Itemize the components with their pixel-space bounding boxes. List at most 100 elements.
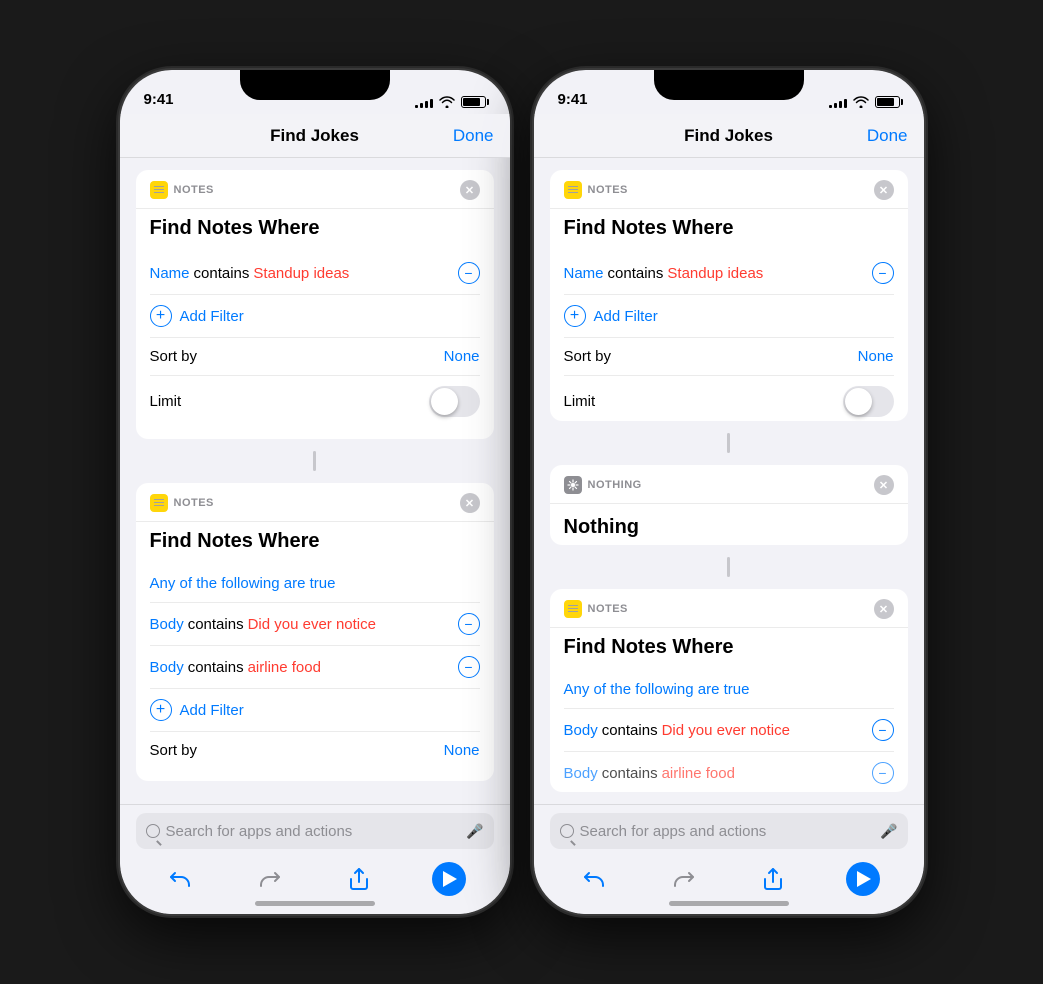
redo-button-right[interactable]: [662, 857, 706, 901]
filter-field-body-2[interactable]: Body: [150, 659, 184, 676]
card-1-header: NOTES ✕: [136, 170, 494, 209]
limit-toggle-r1[interactable]: [843, 386, 894, 417]
status-time-left: 9:41: [144, 91, 174, 108]
filter-field-r2-2[interactable]: Body: [564, 765, 598, 782]
any-filter-label[interactable]: Any of the following are true: [150, 575, 336, 592]
add-filter-row-2[interactable]: + Add Filter: [150, 689, 480, 731]
battery-fill-right: [877, 98, 895, 106]
card-nothing-close[interactable]: ✕: [874, 475, 894, 495]
card-r1-close[interactable]: ✕: [874, 180, 894, 200]
limit-toggle-1[interactable]: [429, 386, 480, 417]
undo-button-right[interactable]: [572, 857, 616, 901]
card-1-close[interactable]: ✕: [460, 180, 480, 200]
filter-remove-1[interactable]: −: [458, 262, 480, 284]
card-notes-1: NOTES ✕ Find Notes Where Name contains S…: [136, 170, 494, 439]
nav-done-right[interactable]: Done: [867, 126, 908, 146]
filter-op-1: contains: [194, 265, 250, 282]
status-icons-right: [829, 96, 900, 108]
filter-remove-r1[interactable]: −: [872, 262, 894, 284]
share-icon-right: [761, 867, 785, 891]
play-button-right[interactable]: [841, 857, 885, 901]
filter-field-r1[interactable]: Name: [564, 265, 604, 282]
card-notes-right-1: NOTES ✕ Find Notes Where Name contains S…: [550, 170, 908, 421]
undo-button-left[interactable]: [158, 857, 202, 901]
filter-op-body-2: contains: [188, 659, 244, 676]
wifi-icon-left: [439, 96, 455, 108]
scroll-divider-right: [727, 433, 730, 453]
filter-remove-body-1[interactable]: −: [458, 613, 480, 635]
search-icon-right: [560, 824, 574, 838]
bottom-toolbar-left: Search for apps and actions 🎤: [120, 804, 510, 914]
filter-field-body-1[interactable]: Body: [150, 616, 184, 633]
play-button-left[interactable]: [427, 857, 471, 901]
toggle-thumb-1: [431, 388, 458, 415]
card-r2-close[interactable]: ✕: [874, 599, 894, 619]
redo-button-left[interactable]: [248, 857, 292, 901]
add-filter-icon-1: +: [150, 305, 172, 327]
filter-field-r2-1[interactable]: Body: [564, 722, 598, 739]
add-filter-row-r1[interactable]: + Add Filter: [564, 295, 894, 337]
filter-val-r2-1[interactable]: Did you ever notice: [662, 722, 790, 739]
share-button-right[interactable]: [751, 857, 795, 901]
bottom-toolbar-right: Search for apps and actions 🎤: [534, 804, 924, 914]
phone-left: 9:41 Find Jokes: [120, 70, 510, 914]
filter-val-body-2[interactable]: airline food: [248, 659, 321, 676]
battery-icon-left: [461, 96, 486, 108]
search-circle-right: [560, 824, 574, 838]
content-right: NOTES ✕ Find Notes Where Name contains S…: [534, 158, 924, 804]
undo-icon-right: [582, 867, 606, 891]
divider-hint: [136, 451, 494, 471]
card-1-type: NOTES: [174, 184, 454, 196]
card-r1-title: Find Notes Where: [564, 217, 894, 240]
toggle-thumb-r1: [845, 388, 872, 415]
sort-value-r1[interactable]: None: [858, 348, 894, 365]
filter-row-body-2: Body contains airline food −: [150, 646, 480, 689]
sort-value-1[interactable]: None: [444, 348, 480, 365]
card-2-header: NOTES ✕: [136, 483, 494, 522]
notes-icon-2: [150, 494, 168, 512]
any-filter-row: Any of the following are true: [150, 565, 480, 603]
card-notes-right-2: NOTES ✕ Find Notes Where Any of the foll…: [550, 589, 908, 792]
sort-value-2[interactable]: None: [444, 742, 480, 759]
signal-bars-right: [829, 96, 847, 108]
notch-right: [654, 70, 804, 100]
card-nothing-type: NOTHING: [588, 479, 868, 491]
divider-hint-right: [550, 433, 908, 453]
mic-icon-right[interactable]: 🎤: [880, 823, 897, 840]
card-2-type: NOTES: [174, 497, 454, 509]
sort-label-2: Sort by: [150, 742, 444, 759]
filter-val-r1[interactable]: Standup ideas: [667, 265, 763, 282]
add-filter-row-1[interactable]: + Add Filter: [150, 295, 480, 337]
card-r1-type: NOTES: [588, 184, 868, 196]
card-2-close[interactable]: ✕: [460, 493, 480, 513]
search-bar-left[interactable]: Search for apps and actions 🎤: [136, 813, 494, 849]
add-filter-text-2: Add Filter: [180, 702, 244, 719]
mic-icon-left[interactable]: 🎤: [466, 823, 483, 840]
filter-remove-r2-1[interactable]: −: [872, 719, 894, 741]
filter-remove-body-2[interactable]: −: [458, 656, 480, 678]
toolbar-buttons-right: [550, 849, 908, 909]
signal-bar-r4: [844, 99, 847, 108]
limit-label-1: Limit: [150, 393, 429, 410]
filter-val-body-1[interactable]: Did you ever notice: [248, 616, 376, 633]
play-circle-right: [846, 862, 880, 896]
limit-label-r1: Limit: [564, 393, 843, 410]
filter-row-r2-1: Body contains Did you ever notice −: [564, 709, 894, 752]
sort-label-1: Sort by: [150, 348, 444, 365]
signal-bar-2: [420, 103, 423, 108]
search-bar-right[interactable]: Search for apps and actions 🎤: [550, 813, 908, 849]
filter-remove-r2-2[interactable]: −: [872, 762, 894, 784]
filter-val-r2-2[interactable]: airline food: [662, 765, 735, 782]
filter-field-1[interactable]: Name: [150, 265, 190, 282]
any-filter-label-r2[interactable]: Any of the following are true: [564, 681, 750, 698]
notch-left: [240, 70, 390, 100]
filter-val-1[interactable]: Standup ideas: [253, 265, 349, 282]
content-left: NOTES ✕ Find Notes Where Name contains S…: [120, 158, 510, 804]
add-filter-icon-r1: +: [564, 305, 586, 327]
divider-hint-right-2: [550, 557, 908, 577]
search-placeholder-left: Search for apps and actions: [166, 823, 461, 840]
nav-done-left[interactable]: Done: [453, 126, 494, 146]
share-button-left[interactable]: [337, 857, 381, 901]
signal-bars-left: [415, 96, 433, 108]
filter-op-r1: contains: [608, 265, 664, 282]
